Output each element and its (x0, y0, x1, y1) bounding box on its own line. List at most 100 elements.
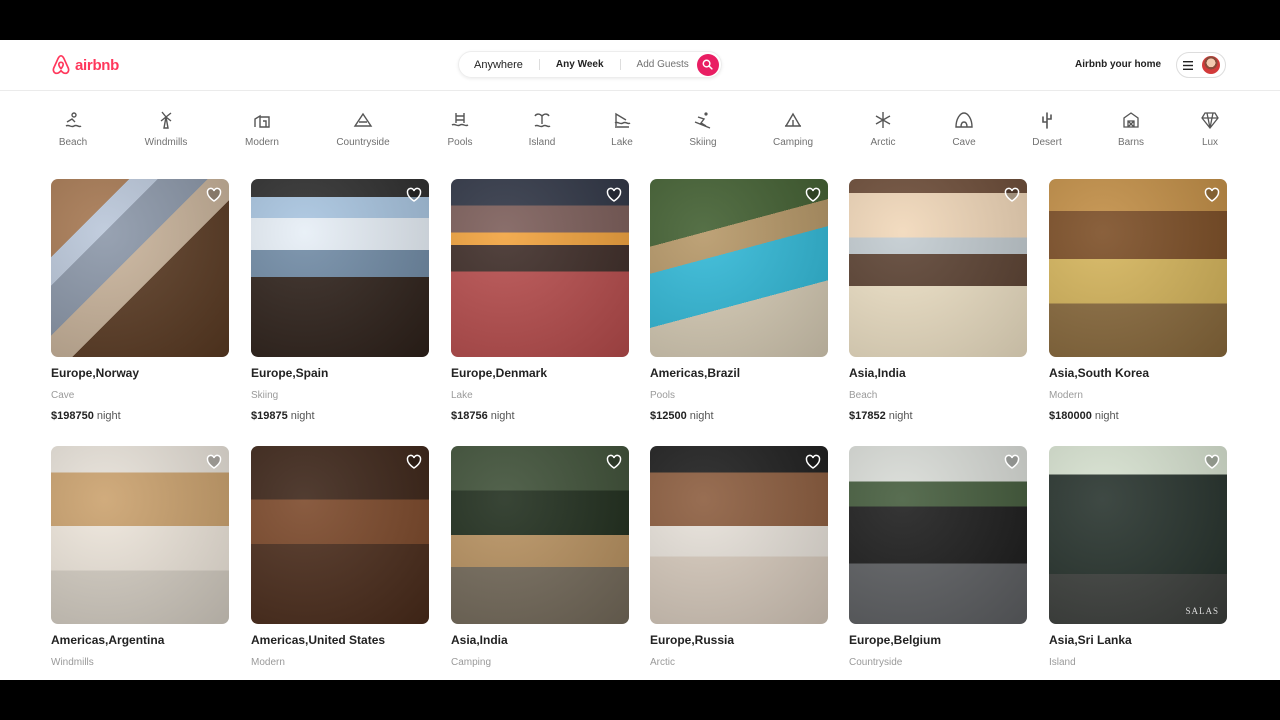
listing-card[interactable]: Europe,Russia Arctic (650, 446, 828, 668)
search-bar[interactable]: Anywhere Any Week Add Guests (458, 51, 722, 78)
category-label: Pools (447, 137, 473, 148)
listing-category: Camping (451, 657, 492, 668)
listing-card[interactable]: Americas,Brazil Pools $12500 night (650, 179, 828, 422)
heart-icon[interactable] (606, 454, 622, 470)
category-label: Lux (1201, 137, 1219, 148)
search-when[interactable]: Any Week (538, 59, 620, 70)
listing-card[interactable]: Americas,Argentina Windmills (51, 446, 229, 668)
airbnb-logo[interactable]: airbnb (51, 54, 119, 76)
listing-location: Asia,India (451, 633, 508, 647)
listing-category: Modern (251, 657, 285, 668)
price-unit: night (290, 410, 315, 422)
listing-location: Europe,Spain (251, 366, 329, 380)
heart-icon[interactable] (805, 187, 821, 203)
listing-photo[interactable] (251, 179, 429, 357)
price-unit: night (1094, 410, 1119, 422)
listing-card[interactable]: Asia,India Beach $17852 night (849, 179, 1027, 422)
listing-category: Pools (650, 390, 676, 401)
price-unit: night (689, 410, 714, 422)
listing-card[interactable]: Asia,South Korea Modern $180000 night (1049, 179, 1227, 422)
category-label: Desert (1032, 137, 1062, 148)
windmill-icon (160, 111, 172, 129)
beach-icon (65, 112, 82, 128)
heart-icon[interactable] (206, 454, 222, 470)
category-barns[interactable]: Barns (1091, 100, 1171, 148)
listing-photo[interactable] (451, 446, 629, 624)
heart-icon[interactable] (1204, 187, 1220, 203)
heart-icon[interactable] (406, 187, 422, 203)
listing-photo[interactable] (251, 446, 429, 624)
heart-icon[interactable] (206, 187, 222, 203)
heart-icon[interactable] (406, 454, 422, 470)
category-label: Camping (772, 137, 814, 148)
listing-location: Europe,Denmark (451, 366, 548, 380)
photo-watermark: SALAS (1185, 606, 1219, 616)
heart-icon[interactable] (606, 187, 622, 203)
search-who[interactable]: Add Guests (619, 59, 697, 70)
category-pools[interactable]: Pools (420, 100, 500, 148)
listing-card[interactable]: Europe,Spain Skiing $19875 night (251, 179, 429, 422)
listing-photo[interactable] (51, 179, 229, 357)
category-bar: Beach Windmills Modern Countryside Pools… (0, 100, 1280, 160)
category-arctic[interactable]: Arctic (843, 100, 923, 148)
host-link[interactable]: Airbnb your home (1075, 59, 1161, 70)
listing-card[interactable]: Americas,United States Modern (251, 446, 429, 668)
listing-location: Asia,South Korea (1049, 366, 1150, 380)
listing-location: Europe,Russia (650, 633, 735, 647)
category-camping[interactable]: Camping (753, 100, 833, 148)
listing-price: $198750 (51, 410, 94, 422)
category-lux[interactable]: Lux (1170, 100, 1250, 148)
listing-category: Modern (1049, 390, 1083, 401)
category-countryside[interactable]: Countryside (323, 100, 403, 148)
camping-icon (784, 112, 802, 127)
category-windmills[interactable]: Windmills (126, 100, 206, 148)
listing-photo[interactable] (1049, 179, 1227, 357)
listing-photo[interactable] (650, 179, 828, 357)
island-icon (534, 113, 551, 128)
logo-text: airbnb (75, 56, 120, 74)
price-unit: night (888, 410, 913, 422)
listing-photo[interactable]: SALAS (1049, 446, 1227, 624)
listing-category: Beach (849, 390, 878, 401)
top-header: airbnb Anywhere Any Week Add Guests Airb… (0, 40, 1280, 91)
skiing-icon (694, 112, 711, 129)
category-skiing[interactable]: Skiing (663, 100, 743, 148)
listing-location: Americas,United States (251, 633, 386, 647)
listing-card[interactable]: Asia,India Camping (451, 446, 629, 668)
category-island[interactable]: Island (502, 100, 582, 148)
category-lake[interactable]: Lake (582, 100, 662, 148)
listing-price-row: $180000 night (1049, 410, 1227, 422)
listing-card[interactable]: Europe,Denmark Lake $18756 night (451, 179, 629, 422)
pool-icon (451, 113, 469, 127)
search-where[interactable]: Anywhere (459, 59, 539, 71)
price-unit: night (96, 410, 121, 422)
category-label: Lake (611, 137, 633, 148)
listing-card[interactable]: Europe,Belgium Countryside (849, 446, 1027, 668)
listing-photo[interactable] (849, 446, 1027, 624)
listing-card[interactable]: SALAS Asia,Sri Lanka Island (1049, 446, 1227, 668)
listing-category: Arctic (650, 657, 675, 668)
listing-photo[interactable] (650, 446, 828, 624)
category-label: Arctic (870, 137, 896, 148)
listing-card[interactable]: Europe,Norway Cave $198750 night (51, 179, 229, 422)
user-menu-button[interactable] (1176, 52, 1226, 78)
search-button[interactable] (696, 53, 719, 76)
heart-icon[interactable] (805, 454, 821, 470)
listing-location: Asia,India (849, 366, 906, 380)
listing-price-row: $18756 night (451, 410, 629, 422)
listing-location: Europe,Norway (51, 366, 140, 380)
listing-photo[interactable] (451, 179, 629, 357)
listing-photo[interactable] (51, 446, 229, 624)
category-modern[interactable]: Modern (222, 100, 302, 148)
category-beach[interactable]: Beach (33, 100, 113, 148)
heart-icon[interactable] (1204, 454, 1220, 470)
listing-price: $19875 (251, 410, 288, 422)
category-desert[interactable]: Desert (1007, 100, 1087, 148)
category-label: Island (528, 137, 556, 148)
listing-photo[interactable] (849, 179, 1027, 357)
heart-icon[interactable] (1004, 187, 1020, 203)
heart-icon[interactable] (1004, 454, 1020, 470)
listing-category: Lake (451, 390, 473, 401)
category-label: Countryside (336, 137, 390, 148)
category-cave[interactable]: Cave (924, 100, 1004, 148)
